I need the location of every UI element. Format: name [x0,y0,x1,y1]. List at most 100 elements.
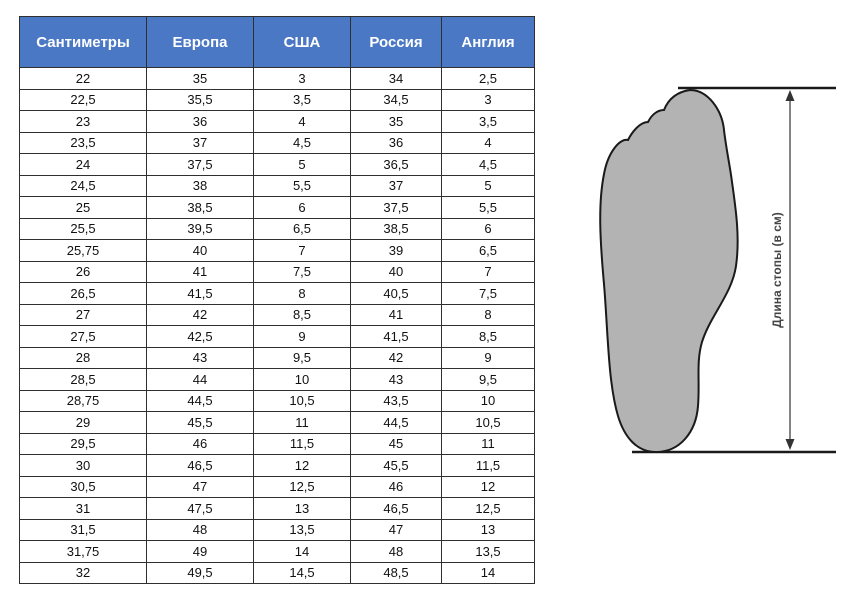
cell-europe: 49 [146,540,254,563]
cell-russia: 36,5 [350,153,442,176]
cell-europe: 41 [146,260,254,283]
cell-centimeters: 31,75 [19,540,147,563]
cell-russia: 35 [350,110,442,133]
cell-usa: 9 [253,325,351,348]
table-row: 31,75 49 14 48 13,5 [19,540,535,563]
table-row: 25 38,5 6 37,5 5,5 [19,196,535,219]
table-row: 29 45,5 11 44,5 10,5 [19,411,535,434]
cell-usa: 13,5 [253,518,351,541]
cell-centimeters: 22 [19,67,147,90]
cell-usa: 14 [253,540,351,563]
table-row: 27,5 42,5 9 41,5 8,5 [19,325,535,348]
header-centimeters: Сантиметры [19,16,147,68]
header-usa: США [253,16,351,68]
cell-russia: 45,5 [350,454,442,477]
cell-usa: 4,5 [253,131,351,154]
cell-england: 11 [441,432,535,455]
cell-russia: 48,5 [350,561,442,584]
cell-england: 5 [441,174,535,197]
cell-russia: 40,5 [350,282,442,305]
cell-russia: 40 [350,260,442,283]
cell-centimeters: 25 [19,196,147,219]
cell-europe: 45,5 [146,411,254,434]
foot-length-diagram: Длина стопы (в см) [599,86,836,454]
table-row: 23 36 4 35 3,5 [19,110,535,133]
table-row: 23,5 37 4,5 36 4 [19,131,535,154]
cell-usa: 11 [253,411,351,434]
cell-centimeters: 30 [19,454,147,477]
cell-centimeters: 30,5 [19,475,147,498]
cell-russia: 46,5 [350,497,442,520]
cell-usa: 8,5 [253,303,351,326]
cell-europe: 44,5 [146,389,254,412]
cell-centimeters: 24,5 [19,174,147,197]
cell-russia: 34 [350,67,442,90]
cell-centimeters: 27 [19,303,147,326]
cell-centimeters: 24 [19,153,147,176]
cell-england: 6 [441,217,535,240]
cell-europe: 36 [146,110,254,133]
header-russia: Россия [350,16,442,68]
table-row: 24,5 38 5,5 37 5 [19,174,535,197]
cell-europe: 46 [146,432,254,455]
cell-england: 10 [441,389,535,412]
foot-silhouette-icon [599,88,739,454]
header-europe: Европа [146,16,254,68]
cell-england: 2,5 [441,67,535,90]
table-row: 25,75 40 7 39 6,5 [19,239,535,262]
cell-usa: 8 [253,282,351,305]
cell-europe: 47 [146,475,254,498]
cell-centimeters: 28 [19,346,147,369]
cell-england: 8 [441,303,535,326]
cell-centimeters: 31,5 [19,518,147,541]
cell-england: 6,5 [441,239,535,262]
table-row: 27 42 8,5 41 8 [19,303,535,326]
cell-usa: 3 [253,67,351,90]
cell-russia: 38,5 [350,217,442,240]
table-row: 28,5 44 10 43 9,5 [19,368,535,391]
cell-england: 12 [441,475,535,498]
cell-england: 4,5 [441,153,535,176]
cell-centimeters: 25,5 [19,217,147,240]
cell-usa: 10 [253,368,351,391]
cell-england: 13 [441,518,535,541]
cell-england: 5,5 [441,196,535,219]
cell-russia: 37 [350,174,442,197]
table-row: 29,5 46 11,5 45 11 [19,432,535,455]
table-row: 25,5 39,5 6,5 38,5 6 [19,217,535,240]
cell-usa: 14,5 [253,561,351,584]
cell-usa: 10,5 [253,389,351,412]
table-row: 28 43 9,5 42 9 [19,346,535,369]
cell-russia: 37,5 [350,196,442,219]
foot-length-label: Длина стопы (в см) [770,212,784,328]
cell-europe: 48 [146,518,254,541]
cell-russia: 43,5 [350,389,442,412]
header-england: Англия [441,16,535,68]
cell-centimeters: 27,5 [19,325,147,348]
cell-russia: 43 [350,368,442,391]
cell-europe: 35,5 [146,88,254,111]
table-body: 22 35 3 34 2,5 22,5 35,5 3,5 34,5 3 23 36 4 35 3,5 23,5… [19,67,535,584]
header-row: Сантиметры Европа США Россия Англия [19,16,535,68]
cell-europe: 47,5 [146,497,254,520]
cell-england: 3 [441,88,535,111]
cell-usa: 7,5 [253,260,351,283]
cell-centimeters: 23,5 [19,131,147,154]
size-conversion-table: Сантиметры Европа США Россия Англия 22 35… [19,16,535,584]
cell-europe: 40 [146,239,254,262]
cell-usa: 12,5 [253,475,351,498]
cell-england: 4 [441,131,535,154]
cell-usa: 3,5 [253,88,351,111]
cell-europe: 37 [146,131,254,154]
table-row: 22,5 35,5 3,5 34,5 3 [19,88,535,111]
cell-europe: 38,5 [146,196,254,219]
cell-russia: 46 [350,475,442,498]
cell-centimeters: 23 [19,110,147,133]
cell-centimeters: 32 [19,561,147,584]
cell-england: 13,5 [441,540,535,563]
table-row: 30,5 47 12,5 46 12 [19,475,535,498]
table-header: Сантиметры Европа США Россия Англия [19,16,535,68]
cell-centimeters: 29,5 [19,432,147,455]
table-row: 31 47,5 13 46,5 12,5 [19,497,535,520]
cell-europe: 35 [146,67,254,90]
